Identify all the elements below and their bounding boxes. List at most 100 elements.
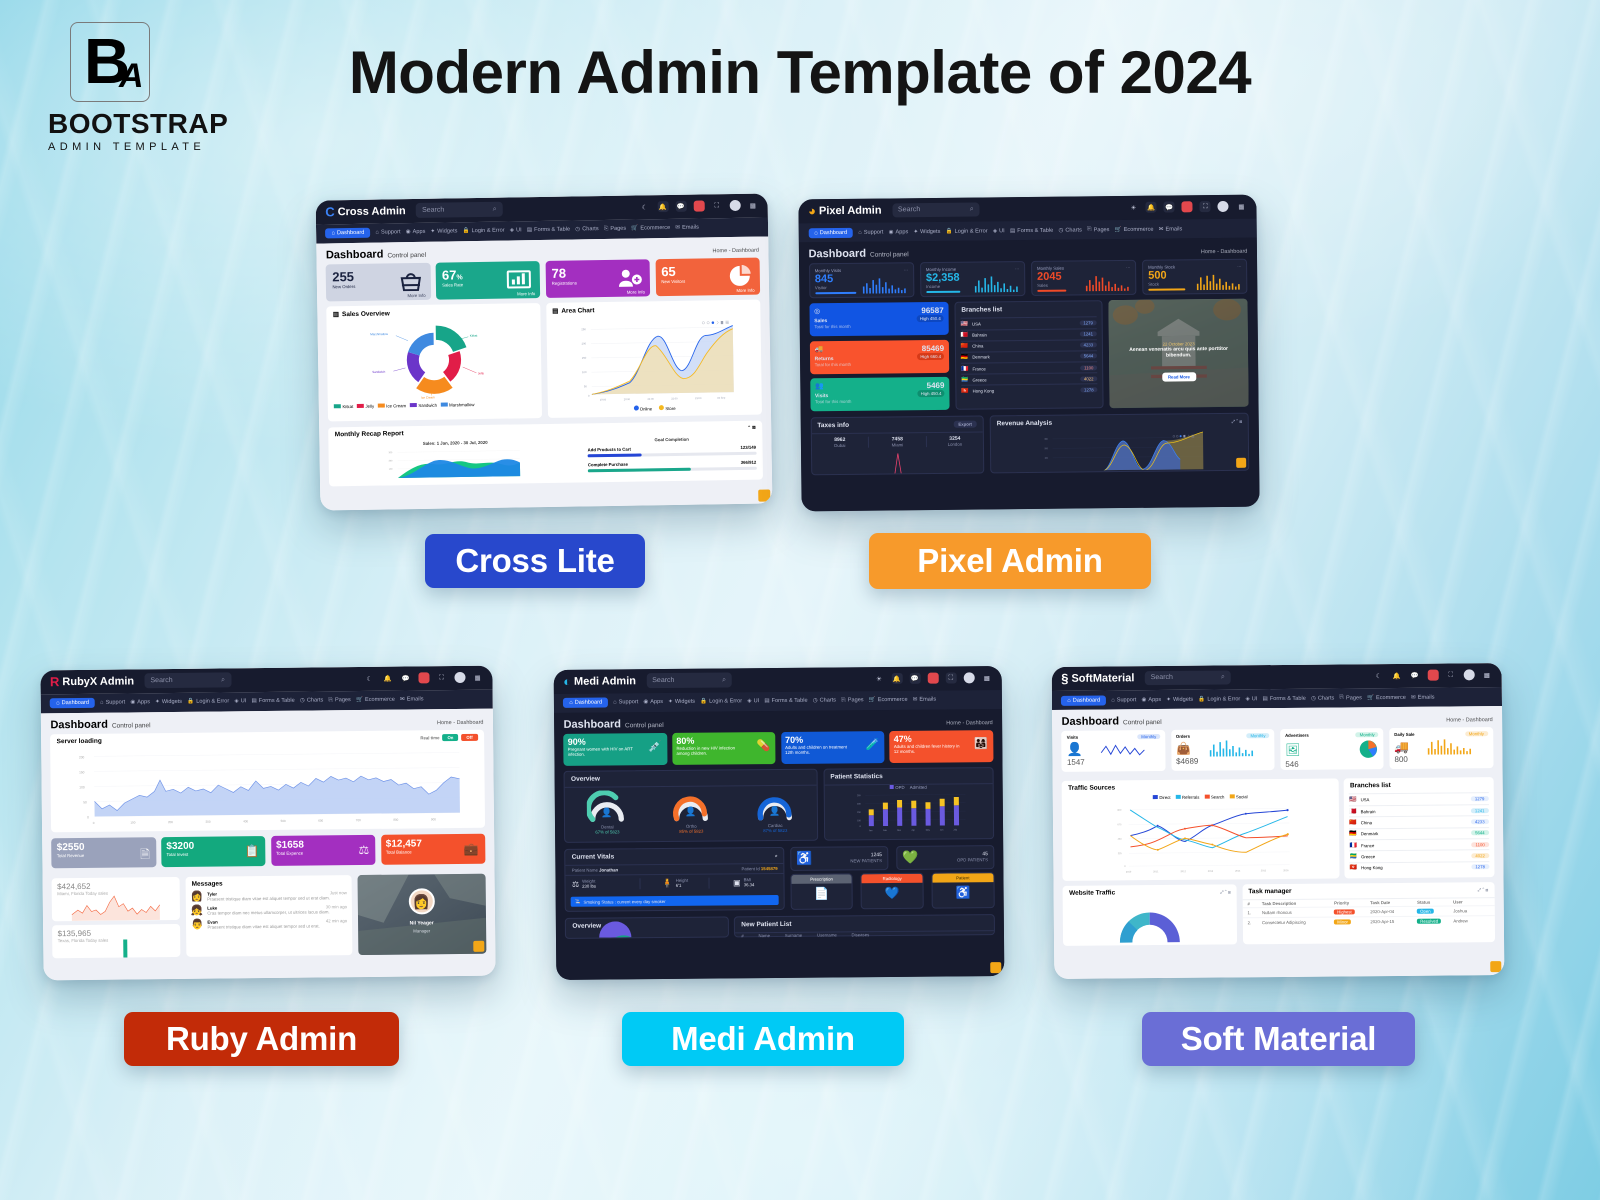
nav-widgets[interactable]: ✦ Widgets: [430, 229, 457, 235]
fullscreen-icon[interactable]: ⛶: [1199, 201, 1211, 213]
nav-pages[interactable]: ⎘ Pages: [328, 697, 350, 704]
stat-card-total-revenue[interactable]: $2550 Total Revenue 🗎: [51, 836, 156, 868]
notification-dot-icon[interactable]: [1181, 201, 1193, 213]
stat-card-adults-treatment[interactable]: 70% Adults and children on treatment 12t…: [780, 730, 885, 764]
grid-icon[interactable]: ▦: [1481, 669, 1492, 680]
nav-apps[interactable]: ◉ Apps: [889, 229, 909, 235]
stat-card-total-balance[interactable]: $12,457 Total Balance 💼: [380, 833, 485, 865]
fullscreen-icon[interactable]: ⛶: [945, 672, 957, 684]
nav-ecommerce[interactable]: 🛒 Ecommerce: [1115, 226, 1154, 232]
stat-badge[interactable]: Monthly: [1246, 732, 1270, 739]
nav-emails[interactable]: ✉ Emails: [1159, 226, 1183, 232]
nav-dashboard[interactable]: ⌂ Dashboard: [808, 227, 854, 238]
settings-fab[interactable]: [758, 489, 771, 502]
search-input[interactable]: Search ⌕: [891, 202, 980, 218]
label-ruby-admin[interactable]: Ruby Admin: [124, 1012, 399, 1066]
label-cross-lite[interactable]: Cross Lite: [425, 534, 645, 588]
search-icon[interactable]: ⌕: [1221, 673, 1225, 681]
chat-icon[interactable]: 💬: [909, 673, 921, 685]
avatar[interactable]: [1217, 201, 1229, 213]
action-patient[interactable]: Patient ♿: [931, 872, 995, 910]
medi-brand[interactable]: ◐ Medi Admin: [563, 674, 636, 689]
nav-ecommerce[interactable]: 🛒 Ecommerce: [1367, 694, 1406, 700]
tile-sales[interactable]: ◎ 96587 Sales Total for this month High …: [809, 302, 949, 337]
notification-dot-icon[interactable]: [417, 672, 430, 684]
panel-controls[interactable]: ⤢ ⌃ ⊠: [1231, 418, 1242, 423]
chat-icon[interactable]: 💬: [1409, 670, 1420, 681]
nav-dashboard[interactable]: ⌂ Dashboard: [325, 228, 371, 239]
settings-fab[interactable]: [1490, 961, 1502, 973]
more-info-link[interactable]: More Info: [517, 292, 535, 297]
nav-pages[interactable]: ⎘ Pages: [841, 697, 863, 704]
nav-ui[interactable]: ◈ UI: [993, 228, 1005, 234]
bell-icon[interactable]: 🔔: [657, 201, 669, 213]
stat-card-total-expence[interactable]: $1658 Total Expence ⚖: [270, 834, 376, 866]
more-info-link[interactable]: More Info: [736, 288, 754, 293]
stat-card-fever-history[interactable]: 47% Adults and children fever history in…: [889, 729, 994, 764]
avatar[interactable]: [729, 200, 741, 212]
stat-card-total-invest[interactable]: $3200 Total Invest 📋: [161, 835, 266, 867]
avatar[interactable]: [453, 672, 466, 684]
branch-row[interactable]: 🇭🇰 Hong Kong 1278: [1349, 860, 1490, 874]
nav-login-error[interactable]: 🔒 Login & Error: [946, 228, 988, 234]
moon-icon[interactable]: ☾: [364, 673, 375, 684]
nav-login-error[interactable]: 🔒 Login & Error: [700, 699, 742, 705]
grid-icon[interactable]: ▦: [1236, 201, 1247, 212]
label-medi-admin[interactable]: Medi Admin: [622, 1012, 904, 1066]
nav-widgets[interactable]: ✦ Widgets: [913, 228, 940, 234]
nav-charts[interactable]: ◷ Charts: [1311, 695, 1334, 701]
nav-widgets[interactable]: ✦ Widgets: [1166, 696, 1193, 702]
stat-card-orders[interactable]: Orders Monthly 👜 $4689: [1170, 728, 1275, 771]
search-icon[interactable]: ⌕: [722, 676, 726, 684]
nav-ui[interactable]: ◈ UI: [747, 698, 759, 704]
chat-icon[interactable]: 💬: [675, 201, 687, 213]
more-icon[interactable]: ···: [904, 267, 908, 272]
grid-icon[interactable]: ▦: [747, 200, 758, 211]
read-more-button[interactable]: Read More: [1161, 371, 1196, 382]
settings-fab[interactable]: [1236, 457, 1247, 469]
sun-icon[interactable]: ☀: [873, 673, 884, 684]
avatar[interactable]: [963, 672, 975, 684]
nav-login-error[interactable]: 🔒 Login & Error: [463, 228, 505, 235]
action-radiology[interactable]: Radiology 💙: [860, 872, 924, 910]
promo-card[interactable]: 22 October 2023 Aenean venenatis arcu qu…: [1108, 299, 1249, 408]
nav-charts[interactable]: ◷ Charts: [1058, 227, 1081, 233]
export-button[interactable]: Export: [953, 420, 978, 428]
stat-card-new-visitors[interactable]: 65 New Visitors More Info: [655, 257, 760, 297]
message-item[interactable]: 👩 Tyler Just now Praesent tristique diam …: [191, 890, 347, 903]
nav-ecommerce[interactable]: 🛒 Ecommerce: [631, 225, 670, 232]
nav-apps[interactable]: ◉ Apps: [1141, 697, 1161, 703]
search-input[interactable]: Search ⌕: [144, 672, 232, 689]
stat-card-advertisers[interactable]: Advertisers Monthly 🖼 546: [1280, 727, 1384, 770]
nav-pages[interactable]: ⎘ Pages: [1339, 694, 1361, 701]
stat-card-pregnant-women[interactable]: 90% Pregnant women with HIV on ART infec…: [563, 732, 668, 766]
nav-apps[interactable]: ◉ Apps: [130, 700, 150, 706]
nav-widgets[interactable]: ✦ Widgets: [155, 699, 182, 705]
realtime-on-button[interactable]: On: [442, 733, 459, 741]
stat-card-monthly-visits[interactable]: Monthly Visits ··· 845 Visitor: [808, 262, 915, 299]
nav-support[interactable]: ⌂ Support: [858, 229, 883, 235]
stat-badge[interactable]: Monthly: [1464, 731, 1488, 737]
nav-emails[interactable]: ✉ Emails: [1411, 694, 1435, 700]
stat-badge[interactable]: Monthly: [1355, 731, 1379, 738]
more-icon[interactable]: ···: [1237, 264, 1241, 269]
chat-icon[interactable]: 💬: [400, 673, 411, 684]
search-icon[interactable]: ⌕: [970, 205, 974, 213]
nav-charts[interactable]: ◷ Charts: [813, 698, 836, 704]
nav-emails[interactable]: ✉ Emails: [913, 697, 937, 703]
nav-login-error[interactable]: 🔒 Login & Error: [1198, 696, 1240, 702]
notification-dot-icon[interactable]: [927, 672, 939, 684]
nav-apps[interactable]: ◉ Apps: [406, 229, 426, 235]
nav-support[interactable]: ⌂ Support: [613, 700, 638, 706]
panel-controls[interactable]: ⤢ ⌃ ⊠: [1478, 887, 1489, 892]
panel-controls[interactable]: ⌃ ⊠: [747, 425, 755, 431]
settings-fab[interactable]: [472, 940, 484, 952]
soft-brand[interactable]: § SoftMaterial: [1061, 671, 1134, 686]
more-icon[interactable]: ···: [1126, 265, 1130, 270]
ruby-brand[interactable]: R RubyX Admin: [50, 674, 134, 689]
nav-forms-table[interactable]: ▤ Forms & Table: [251, 698, 294, 704]
nav-forms-table[interactable]: ▤ Forms & Table: [527, 227, 570, 234]
nav-ecommerce[interactable]: 🛒 Ecommerce: [869, 697, 908, 703]
table-row[interactable]: 2. Consectetur Adipiscing Minor 2020-Apr…: [1242, 915, 1495, 928]
nav-pages[interactable]: ⎘ Pages: [1087, 226, 1109, 233]
